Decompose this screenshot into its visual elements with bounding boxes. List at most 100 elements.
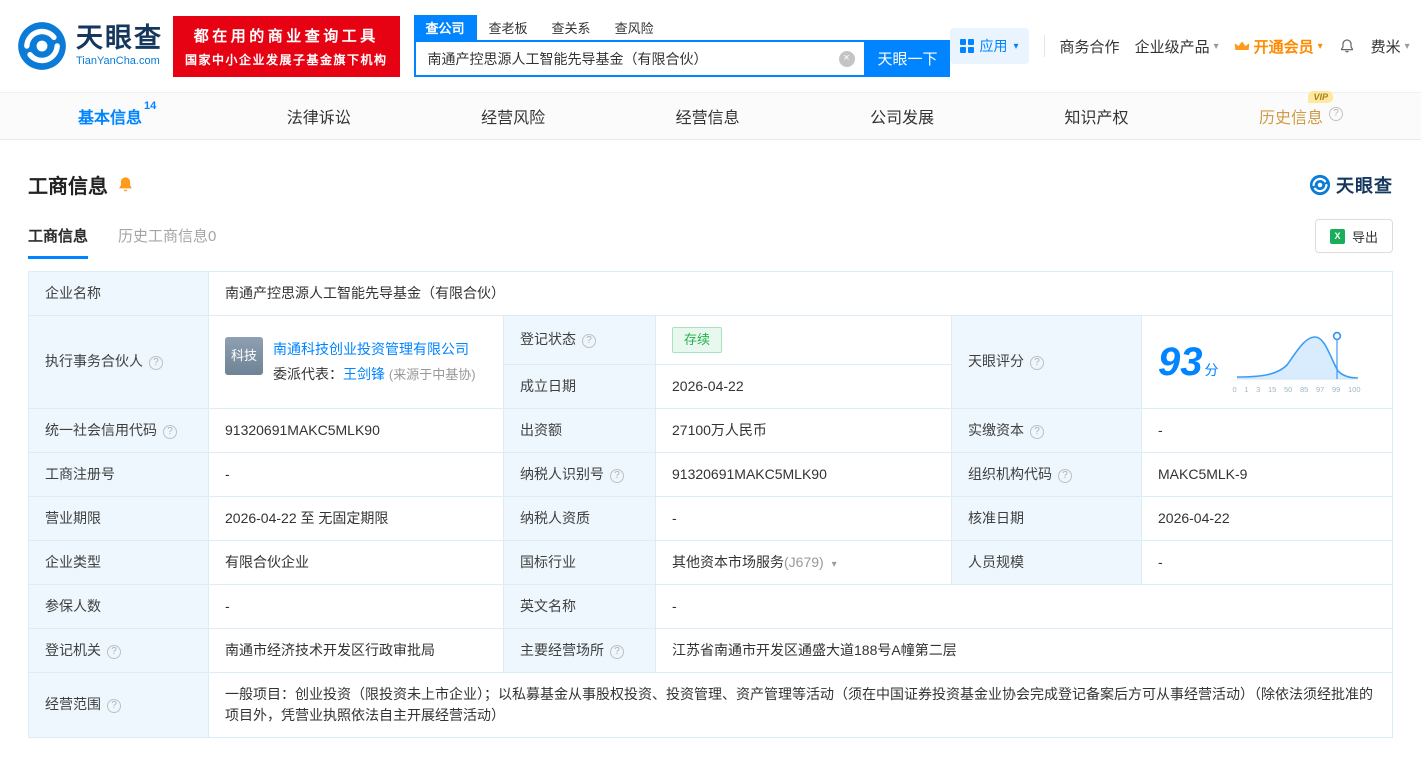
score-curve-chart (1236, 331, 1358, 380)
rep-source: (来源于中基协) (388, 366, 476, 382)
table-row: 经营范围? 一般项目：创业投资（限投资未上市企业）；以私募基金从事股权投资、投资… (28, 671, 1393, 738)
tianyan-score-value: 93 分 0 1 3 15 50 85 97 99 100 (1141, 315, 1393, 409)
executive-partner-value: 科技 南通科技创业投资管理有限公司 委派代表：王剑锋 (来源于中基协) (208, 315, 504, 409)
company-type-label: 企业类型 (28, 539, 209, 585)
tab-count-badge: 14 (144, 100, 157, 112)
enterprise-label: 企业级产品 (1134, 38, 1210, 56)
tab-intellectual-property[interactable]: 知识产权 (1065, 104, 1129, 128)
excel-icon: X (1329, 228, 1345, 244)
help-icon[interactable]: ? (107, 644, 121, 659)
logo-domain-text: TianYanCha.com (76, 55, 160, 67)
help-icon[interactable]: ? (1328, 107, 1343, 121)
executive-partner-label: 执行事务合伙人? (28, 315, 209, 409)
subscribe-bell-icon[interactable] (116, 175, 135, 194)
establish-date-value: 2026-04-22 (655, 363, 952, 409)
chevron-down-icon: ▾ (1404, 40, 1410, 52)
industry-value: 其他资本市场服务(J679) ▾ (655, 539, 952, 585)
tab-label: 经营信息 (675, 110, 740, 127)
table-row: 企业名称 南通产控思源人工智能先导基金（有限合伙） (28, 271, 1393, 316)
capital-value: 27100万人民币 (655, 407, 952, 453)
username: 费米 (1370, 38, 1401, 56)
company-nav-tabs: 基本信息 14 法律诉讼 经营风险 经营信息 公司发展 知识产权 VIP 历史信… (0, 91, 1421, 140)
help-icon[interactable]: ? (107, 699, 121, 713)
tab-company-development[interactable]: 公司发展 (870, 104, 934, 128)
english-name-label: 英文名称 (503, 583, 656, 629)
main-content: 工商信息 天眼查 工商信息 历史工商信息0 X 导出 企业名称 南通产控思源人工… (0, 170, 1421, 738)
search-input[interactable] (415, 42, 864, 75)
reg-number-label: 工商注册号 (28, 451, 209, 497)
section-header: 工商信息 天眼查 (28, 170, 1393, 199)
rep-label: 委派代表： (273, 365, 343, 382)
reg-authority-label: 登记机关? (28, 627, 209, 673)
reg-number-value: - (208, 451, 504, 497)
subtabs: 工商信息 历史工商信息0 (28, 225, 216, 259)
search-button[interactable]: 天眼一下 (865, 40, 950, 77)
taxpayer-id-label: 纳税人识别号? (503, 451, 656, 497)
clear-icon[interactable]: × (838, 50, 855, 67)
export-button[interactable]: X 导出 (1314, 219, 1393, 253)
help-icon[interactable]: ? (1030, 424, 1044, 439)
org-code-value: MAKC5MLK-9 (1141, 451, 1393, 497)
apps-button[interactable]: 应用 ▾ (949, 28, 1029, 64)
menu-enterprise-products[interactable]: 企业级产品 ▾ (1135, 36, 1219, 57)
company-type-value: 有限合伙企业 (208, 539, 504, 585)
tab-operating-info[interactable]: 经营信息 (676, 104, 740, 128)
search-tab-relation[interactable]: 查关系 (540, 15, 603, 40)
help-icon[interactable]: ? (610, 644, 624, 659)
staff-size-label: 人员规模 (951, 539, 1142, 585)
chevron-down-icon: ▾ (1213, 40, 1219, 52)
subtab-business-info[interactable]: 工商信息 (28, 225, 89, 259)
english-name-value: - (655, 583, 1393, 629)
vip-badge: VIP (1308, 91, 1333, 103)
user-menu[interactable]: 费米 ▾ (1371, 36, 1410, 57)
grid-icon (959, 39, 974, 53)
rep-name-link[interactable]: 王剑锋 (343, 366, 385, 382)
business-scope-value: 一般项目：创业投资（限投资未上市企业）；以私募基金从事股权投资、投资管理、资产管… (208, 671, 1393, 738)
help-icon[interactable]: ? (1030, 356, 1044, 371)
section-title: 工商信息 (28, 176, 108, 198)
help-icon[interactable]: ? (149, 356, 163, 371)
help-icon[interactable]: ? (163, 424, 177, 439)
menu-cooperation[interactable]: 商务合作 (1060, 36, 1120, 57)
table-row: 执行事务合伙人? 科技 南通科技创业投资管理有限公司 委派代表：王剑锋 (来源于… (28, 315, 1393, 409)
score-axis-labels: 0 1 3 15 50 85 97 99 100 (1232, 384, 1361, 394)
search-tabs: 查公司 查老板 查关系 查风险 (413, 15, 950, 40)
business-place-label: 主要经营场所? (503, 627, 656, 673)
business-place-value: 江苏省南通市开发区通盛大道188号A幢第二层 (655, 627, 1393, 673)
partner-logo: 科技 (225, 336, 263, 375)
tab-label: 公司发展 (870, 110, 935, 127)
help-icon[interactable]: ? (1058, 468, 1072, 483)
establish-date-label: 成立日期 (503, 363, 656, 409)
tab-basic-info[interactable]: 基本信息 14 (78, 100, 156, 128)
reg-authority-value: 南通市经济技术开发区行政审批局 (208, 627, 504, 673)
tab-history-info[interactable]: VIP 历史信息 ? (1259, 91, 1343, 128)
open-vip-button[interactable]: 开通会员 ▾ (1234, 36, 1323, 57)
search-tab-risk[interactable]: 查风险 (603, 15, 666, 40)
watermark-brand-text: 天眼查 (1336, 175, 1393, 196)
subtab-history-business-info[interactable]: 历史工商信息0 (118, 225, 216, 259)
tianyancha-logo[interactable]: 天眼查 TianYanCha.com (16, 20, 163, 72)
staff-size-value: - (1141, 539, 1393, 585)
tab-label: 知识产权 (1064, 110, 1129, 127)
chevron-down-icon[interactable]: ▾ (832, 559, 837, 570)
tab-operating-risk[interactable]: 经营风险 (481, 104, 545, 128)
help-icon[interactable]: ? (582, 334, 596, 349)
crown-icon (1234, 41, 1249, 50)
taxpayer-id-value: 91320691MAKC5MLK90 (655, 451, 952, 497)
reg-status-label: 登记状态? (503, 315, 656, 365)
search-tab-boss[interactable]: 查老板 (477, 15, 540, 40)
company-name-value: 南通产控思源人工智能先导基金（有限合伙） (208, 271, 1393, 316)
tianyancha-swirl-icon (18, 22, 66, 70)
search-tab-company[interactable]: 查公司 (413, 15, 477, 40)
tab-legal-litigation[interactable]: 法律诉讼 (287, 104, 351, 128)
tab-label: 经营风险 (481, 110, 546, 127)
notification-bell-button[interactable] (1338, 37, 1356, 55)
status-badge: 存续 (672, 327, 723, 353)
help-icon[interactable]: ? (610, 468, 624, 483)
slogan-banner: 都在用的商业查询工具 国家中小企业发展子基金旗下机构 (173, 15, 400, 77)
business-term-value: 2026-04-22 至 无固定期限 (208, 495, 504, 541)
table-row: 登记机关? 南通市经济技术开发区行政审批局 主要经营场所? 江苏省南通市开发区通… (28, 627, 1393, 673)
approval-date-label: 核准日期 (951, 495, 1142, 541)
partner-company-link[interactable]: 南通科技创业投资管理有限公司 (273, 341, 469, 357)
capital-label: 出资额 (503, 407, 656, 453)
